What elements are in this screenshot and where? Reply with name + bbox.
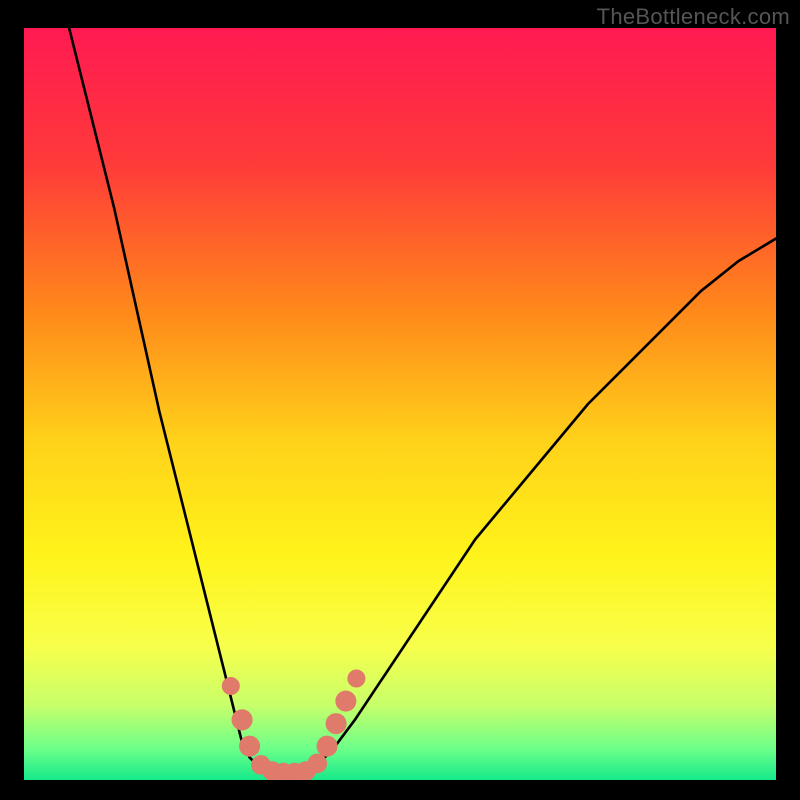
bead-marker <box>308 754 328 774</box>
bottleneck-chart <box>24 28 776 780</box>
bead-marker <box>317 736 338 757</box>
bead-marker <box>239 736 260 757</box>
bead-marker <box>232 709 253 730</box>
bead-marker <box>335 691 356 712</box>
gradient-background <box>24 28 776 780</box>
bead-marker <box>347 669 365 687</box>
watermark-text: TheBottleneck.com <box>597 4 790 30</box>
chart-frame: TheBottleneck.com <box>0 0 800 800</box>
bead-marker <box>326 713 347 734</box>
bead-marker <box>222 677 240 695</box>
